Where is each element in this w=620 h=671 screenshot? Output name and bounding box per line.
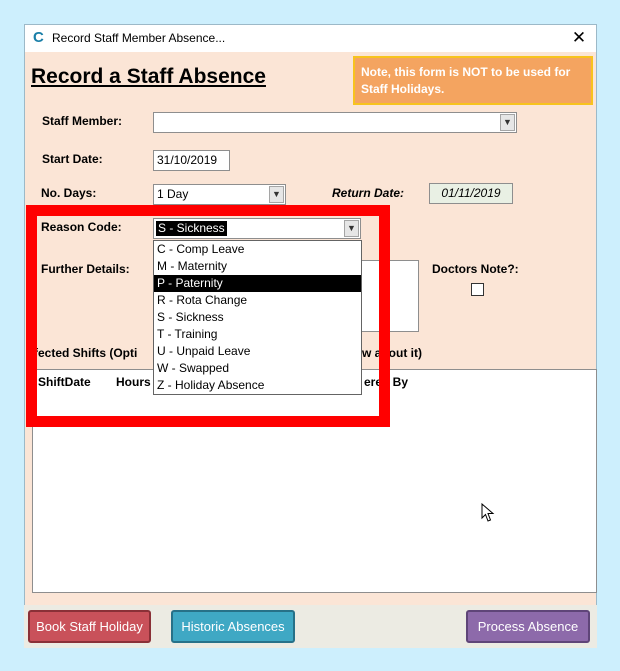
chevron-down-icon[interactable]: ▼ xyxy=(269,186,284,203)
column-header-covered-by[interactable]: ered By xyxy=(364,375,408,389)
holiday-warning-note: Note, this form is NOT to be used for St… xyxy=(353,56,593,105)
app-logo-icon: C xyxy=(33,29,44,46)
reason-option[interactable]: S - Sickness xyxy=(154,309,361,326)
chevron-down-icon[interactable]: ▼ xyxy=(500,114,515,131)
process-absence-button[interactable]: Process Absence xyxy=(466,610,590,643)
reason-option[interactable]: R - Rota Change xyxy=(154,292,361,309)
start-date-input[interactable]: 31/10/2019 xyxy=(153,150,230,171)
return-date-field: 01/11/2019 xyxy=(429,183,513,204)
affected-shifts-grid[interactable] xyxy=(32,369,597,593)
close-button[interactable]: ✕ xyxy=(570,28,588,48)
title-bar: C Record Staff Member Absence... ✕ xyxy=(25,25,596,52)
book-staff-holiday-button[interactable]: Book Staff Holiday xyxy=(28,610,151,643)
reason-code-dropdown[interactable]: C - Comp Leave M - Maternity P - Paternity… xyxy=(153,240,362,395)
mouse-pointer-icon xyxy=(481,503,495,522)
doctors-note-label: Doctors Note?: xyxy=(432,262,519,276)
doctors-note-checkbox[interactable] xyxy=(471,283,484,296)
staff-member-select[interactable]: ▼ xyxy=(153,112,517,133)
no-days-label: No. Days: xyxy=(41,186,97,200)
affected-shifts-label: ffected Shifts (Opti xyxy=(30,346,138,360)
chevron-down-icon[interactable]: ▼ xyxy=(344,220,359,237)
column-header-hours[interactable]: Hours xyxy=(116,375,151,389)
staff-member-label: Staff Member: xyxy=(42,114,123,128)
historic-absences-button[interactable]: Historic Absences xyxy=(171,610,295,643)
reason-option[interactable]: M - Maternity xyxy=(154,258,361,275)
no-days-select[interactable]: 1 Day ▼ xyxy=(153,184,286,205)
reason-option[interactable]: C - Comp Leave xyxy=(154,241,361,258)
reason-option[interactable]: U - Unpaid Leave xyxy=(154,343,361,360)
no-days-value: 1 Day xyxy=(157,187,189,201)
return-date-label: Return Date: xyxy=(332,186,405,200)
reason-code-label: Reason Code: xyxy=(41,220,122,234)
reason-option[interactable]: P - Paternity xyxy=(154,275,361,292)
column-header-shift-date[interactable]: ShiftDate xyxy=(38,375,91,389)
affected-shifts-hint: w about it) xyxy=(362,346,422,360)
reason-code-select[interactable]: S - Sickness ▼ xyxy=(153,218,361,239)
form-title: Record a Staff Absence xyxy=(31,65,266,88)
reason-option[interactable]: W - Swapped xyxy=(154,360,361,377)
start-date-label: Start Date: xyxy=(42,152,103,166)
window-title: Record Staff Member Absence... xyxy=(52,31,226,45)
reason-option[interactable]: Z - Holiday Absence xyxy=(154,377,361,394)
reason-code-value: S - Sickness xyxy=(156,221,227,236)
reason-option[interactable]: T - Training xyxy=(154,326,361,343)
further-details-label: Further Details: xyxy=(41,262,130,276)
